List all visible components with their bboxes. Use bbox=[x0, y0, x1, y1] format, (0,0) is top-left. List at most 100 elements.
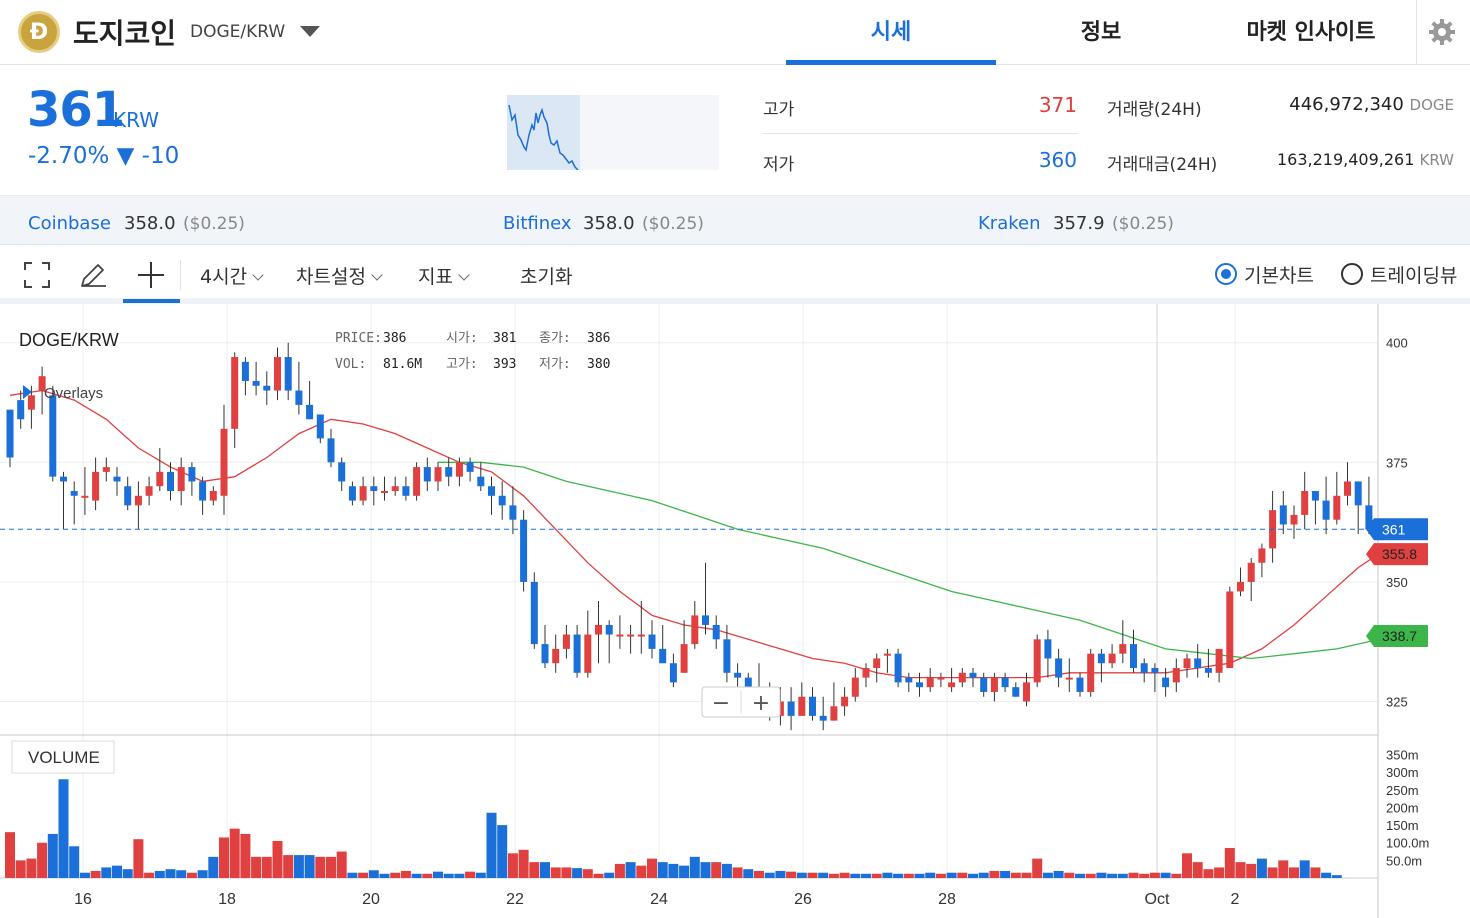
candle-body bbox=[70, 491, 78, 496]
volume-bar bbox=[69, 846, 80, 878]
basic-chart-radio[interactable] bbox=[1215, 263, 1237, 285]
zoom-in-button[interactable]: + bbox=[752, 691, 770, 716]
volume-bar bbox=[1331, 875, 1342, 878]
volume-bar bbox=[1000, 870, 1011, 878]
interval-dropdown[interactable]: 4시간 bbox=[200, 262, 264, 289]
tab-price[interactable]: 시세 bbox=[786, 14, 996, 46]
interval-label: 4시간 bbox=[200, 266, 248, 288]
candle-body bbox=[990, 677, 998, 692]
basic-chart-label[interactable]: 기본차트 bbox=[1244, 261, 1314, 288]
tab-market-insight[interactable]: 마켓 인사이트 bbox=[1206, 14, 1416, 46]
volume-bar bbox=[1310, 867, 1321, 878]
volume-bar bbox=[935, 873, 946, 878]
candle-body bbox=[1290, 514, 1298, 525]
legend-vol-label: VOL: bbox=[335, 357, 366, 372]
crosshair-icon[interactable] bbox=[137, 261, 165, 289]
candle-body bbox=[6, 409, 14, 458]
candle-body bbox=[1237, 581, 1244, 592]
candle-body bbox=[723, 639, 731, 673]
fullscreen-icon[interactable] bbox=[24, 262, 50, 288]
candle-body bbox=[295, 390, 303, 405]
indicators-dropdown[interactable]: 지표 bbox=[418, 262, 470, 289]
stat-divider bbox=[763, 133, 1078, 134]
app: { "header": { "coin_symbol_glyph": "Ð", … bbox=[0, 0, 1470, 918]
exchange-kraken-link[interactable]: Kraken bbox=[978, 213, 1041, 234]
time-axis-tick: 26 bbox=[794, 891, 812, 908]
candle-body bbox=[1162, 677, 1170, 688]
low-value: 360 bbox=[1038, 148, 1077, 172]
legend-open-label: 시가: bbox=[446, 331, 478, 346]
overlays-label[interactable]: Overlays bbox=[44, 385, 103, 402]
candle-body bbox=[220, 428, 228, 496]
reset-button[interactable]: 초기화 bbox=[520, 262, 572, 289]
tab-info[interactable]: 정보 bbox=[996, 14, 1206, 46]
candle-body bbox=[659, 648, 667, 664]
volume-bar bbox=[1032, 858, 1043, 878]
volume-bar bbox=[850, 873, 861, 878]
volume-value: 446,972,340 DOGE bbox=[1230, 94, 1454, 115]
candle-body bbox=[1194, 658, 1202, 669]
volume-bar bbox=[518, 849, 529, 878]
candle-body bbox=[905, 677, 913, 683]
volume-bar bbox=[529, 862, 540, 878]
volume-bar bbox=[176, 870, 187, 878]
volume-bar bbox=[978, 872, 989, 878]
candle-body bbox=[691, 615, 699, 645]
volume-bar bbox=[1203, 869, 1214, 878]
candle-body bbox=[423, 467, 431, 482]
candle-body bbox=[1172, 668, 1180, 683]
volume-bar bbox=[186, 872, 197, 878]
candle-body bbox=[1151, 668, 1159, 673]
candle-body bbox=[413, 467, 421, 496]
volume-bar bbox=[593, 873, 604, 878]
candle-body bbox=[1076, 677, 1084, 692]
volume-bars bbox=[5, 779, 1342, 878]
candle-body bbox=[1055, 658, 1063, 678]
volume-bar bbox=[550, 867, 561, 878]
coin-pair: DOGE/KRW bbox=[190, 22, 286, 42]
candle-body bbox=[1119, 644, 1127, 654]
volume-bar bbox=[240, 833, 251, 878]
volume-bar bbox=[1224, 848, 1235, 878]
candle-body bbox=[937, 677, 945, 680]
candle-body bbox=[477, 476, 485, 487]
volume-bar bbox=[58, 779, 69, 878]
tradingview-radio[interactable] bbox=[1341, 263, 1363, 285]
time-axis-tick: 22 bbox=[506, 891, 524, 908]
candle-body bbox=[92, 471, 100, 501]
tradingview-label[interactable]: 트레이딩뷰 bbox=[1370, 261, 1457, 288]
candle-body bbox=[1333, 495, 1341, 520]
legend-low-value: 380 bbox=[587, 357, 610, 372]
candle-body bbox=[188, 467, 196, 482]
exchange-price-bar: Coinbase 358.0 ($0.25) Bitfinex 358.0 ($… bbox=[0, 195, 1470, 245]
candle-body bbox=[327, 438, 335, 463]
volume-bar bbox=[304, 855, 315, 878]
exchange-coinbase-link[interactable]: Coinbase bbox=[28, 213, 111, 234]
volume-bar bbox=[507, 853, 518, 878]
volume-bar bbox=[15, 860, 26, 878]
candle-body bbox=[1001, 677, 1009, 688]
zoom-out-button[interactable]: − bbox=[712, 691, 730, 716]
candle-body bbox=[1311, 491, 1319, 501]
volume-bar bbox=[604, 872, 615, 878]
exchange-bitfinex-link[interactable]: Bitfinex bbox=[503, 213, 572, 234]
coin-selector-caret-icon[interactable] bbox=[300, 26, 320, 37]
price-axis-tick: 325 bbox=[1386, 695, 1408, 710]
candle-body bbox=[1140, 663, 1148, 673]
settings-button[interactable] bbox=[1416, 0, 1470, 64]
volume-bar bbox=[79, 872, 90, 878]
time-axis-tick: 24 bbox=[650, 891, 668, 908]
exchange-kraken-price: 357.9 bbox=[1053, 213, 1105, 234]
volume-bar bbox=[764, 872, 775, 878]
chart-settings-label: 차트설정 bbox=[296, 266, 366, 288]
chart-settings-dropdown[interactable]: 차트설정 bbox=[296, 262, 383, 289]
volume-axis-tick: 200m bbox=[1386, 800, 1419, 815]
candle-body bbox=[1215, 648, 1223, 673]
volume-bar bbox=[721, 863, 732, 878]
price-change: -2.70% ▼ -10 bbox=[28, 143, 180, 169]
pencil-icon[interactable] bbox=[78, 260, 108, 290]
candle-body bbox=[348, 486, 356, 501]
volume-bar bbox=[1096, 872, 1107, 878]
time-axis-tick: 16 bbox=[74, 891, 92, 908]
price-chart[interactable]: 400 375 350 325 16 18 20 22 24 26 28 Oct 2 350m 300m 25… bbox=[0, 304, 1470, 918]
